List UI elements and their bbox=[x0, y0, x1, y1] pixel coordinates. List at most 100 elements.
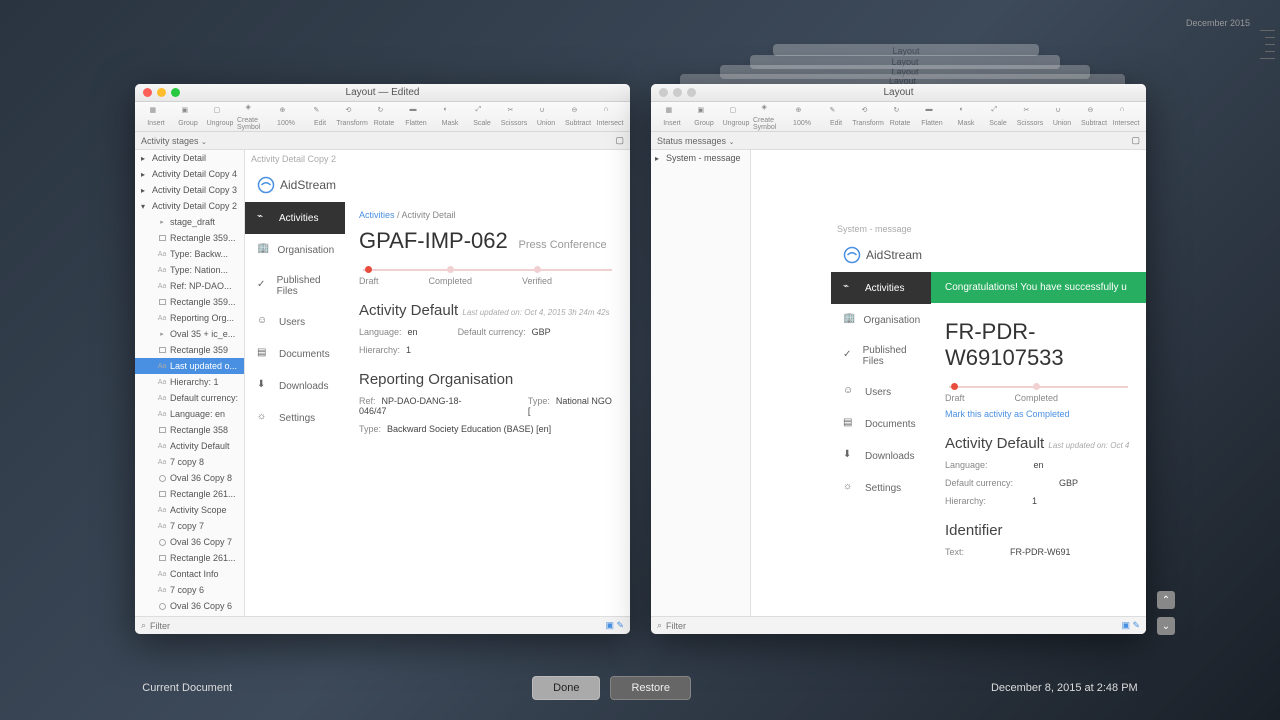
tool-flatten[interactable]: ▬Flatten bbox=[401, 106, 431, 127]
tool-insert[interactable]: ▦Insert bbox=[657, 106, 687, 127]
nav-documents[interactable]: ▤Documents bbox=[245, 338, 345, 370]
layer-item[interactable]: Rectangle 358 bbox=[135, 422, 244, 438]
timeline-month-label: December 2015 bbox=[1186, 18, 1250, 28]
layer-item[interactable]: Type: Nation... bbox=[135, 262, 244, 278]
layer-item[interactable]: Oval 36 Copy 7 bbox=[135, 534, 244, 550]
breadcrumb: Activities / Activity Detail bbox=[359, 210, 616, 220]
layer-item[interactable]: Contact Info bbox=[135, 566, 244, 582]
tool-mask[interactable]: ◐Mask bbox=[951, 106, 981, 127]
app-sidenav: ⌁Activities 🏢Organisation ✓Published Fil… bbox=[831, 272, 931, 565]
tool-scale[interactable]: ⤢Scale bbox=[983, 106, 1013, 127]
nav-downloads[interactable]: ⬇Downloads bbox=[831, 440, 931, 472]
tool-zoom[interactable]: ⊕100% bbox=[787, 106, 817, 127]
layer-item[interactable]: ▸Activity Detail Copy 3 bbox=[135, 182, 244, 198]
layer-item[interactable]: 7 copy 6 bbox=[135, 582, 244, 598]
nav-published[interactable]: ✓Published Files bbox=[831, 336, 931, 376]
tool-overflow[interactable]: ≫ bbox=[629, 110, 630, 123]
tool-subtract[interactable]: ⊖Subtract bbox=[563, 106, 593, 127]
layer-item[interactable]: Default currency: bbox=[135, 390, 244, 406]
layer-item[interactable]: Oval 36 Copy 8 bbox=[135, 470, 244, 486]
filter-actions[interactable]: ▣ ✎ bbox=[605, 620, 624, 631]
tool-ungroup[interactable]: ▢Ungroup bbox=[721, 106, 751, 127]
building-icon: 🏢 bbox=[257, 243, 269, 257]
layer-item[interactable]: 7 copy 7 bbox=[135, 518, 244, 534]
tool-group[interactable]: ▣Group bbox=[173, 106, 203, 127]
nav-users[interactable]: ☺Users bbox=[831, 376, 931, 408]
tool-transform[interactable]: ⟲Transform bbox=[337, 106, 367, 127]
layer-item[interactable]: stage_draft bbox=[135, 214, 244, 230]
nav-organisation[interactable]: 🏢Organisation bbox=[831, 304, 931, 336]
tool-group[interactable]: ▣Group bbox=[689, 106, 719, 127]
layer-item[interactable]: ▾Activity Detail Copy 2 bbox=[135, 198, 244, 214]
layer-item[interactable]: Reporting Org... bbox=[135, 310, 244, 326]
layer-item[interactable]: Ref: NP-DAO... bbox=[135, 278, 244, 294]
layer-item[interactable]: Last updated o... bbox=[135, 358, 244, 374]
tool-create-symbol[interactable]: ◈Create Symbol bbox=[237, 103, 267, 131]
done-button[interactable]: Done bbox=[532, 676, 600, 700]
layer-item[interactable]: Rectangle 359... bbox=[135, 294, 244, 310]
restore-button[interactable]: Restore bbox=[610, 676, 691, 700]
layer-item[interactable]: Hierarchy: 1 bbox=[135, 374, 244, 390]
tool-subtract[interactable]: ⊖Subtract bbox=[1079, 106, 1109, 127]
tool-insert[interactable]: ▦Insert bbox=[141, 106, 171, 127]
nav-settings[interactable]: ☼Settings bbox=[245, 402, 345, 434]
tool-scissors[interactable]: ✂Scissors bbox=[1015, 106, 1045, 127]
canvas[interactable]: Activity Detail Copy 2 AidStream ⌁Activi… bbox=[245, 150, 630, 616]
tool-create-symbol[interactable]: ◈Create Symbol bbox=[753, 103, 783, 131]
filter-input[interactable] bbox=[150, 621, 601, 631]
tool-rotate[interactable]: ↻Rotate bbox=[369, 106, 399, 127]
check-icon: ✓ bbox=[257, 279, 269, 293]
tool-scale[interactable]: ⤢Scale bbox=[467, 106, 497, 127]
layer-item[interactable]: Language: en bbox=[135, 406, 244, 422]
tool-flatten[interactable]: ▬Flatten bbox=[917, 106, 947, 127]
section-heading: Identifier bbox=[945, 522, 1132, 539]
filter-actions[interactable]: ▣ ✎ bbox=[1121, 620, 1140, 631]
layer-item[interactable]: Oval 36 Copy 6 bbox=[135, 598, 244, 614]
version-timeline[interactable]: December 2015 bbox=[1255, 15, 1275, 710]
version-prev-button[interactable]: ⌃ bbox=[1157, 591, 1175, 609]
nav-settings[interactable]: ☼Settings bbox=[831, 472, 931, 504]
layer-item[interactable]: Activity Default bbox=[135, 438, 244, 454]
tool-zoom[interactable]: ⊕100% bbox=[271, 106, 301, 127]
tool-edit[interactable]: ✎Edit bbox=[821, 106, 851, 127]
layers-panel[interactable]: ▸System - message bbox=[651, 150, 751, 616]
version-next-button[interactable]: ⌄ bbox=[1157, 617, 1175, 635]
filter-input[interactable] bbox=[666, 621, 1117, 631]
layer-item[interactable]: Rectangle 261... bbox=[135, 486, 244, 502]
nav-downloads[interactable]: ⬇Downloads bbox=[245, 370, 345, 402]
building-icon: 🏢 bbox=[843, 313, 855, 327]
layer-item[interactable]: ▸System - message bbox=[651, 150, 750, 166]
nav-activities[interactable]: ⌁Activities bbox=[831, 272, 931, 304]
tool-edit[interactable]: ✎Edit bbox=[305, 106, 335, 127]
traffic-lights[interactable] bbox=[135, 88, 180, 97]
layer-item[interactable]: ▸Activity Detail bbox=[135, 150, 244, 166]
tool-intersect[interactable]: ∩Intersect bbox=[595, 106, 625, 127]
nav-activities[interactable]: ⌁Activities bbox=[245, 202, 345, 234]
layer-item[interactable]: ▸Activity Detail Copy 4 bbox=[135, 166, 244, 182]
tool-union[interactable]: ∪Union bbox=[531, 106, 561, 127]
nav-organisation[interactable]: 🏢Organisation bbox=[245, 234, 345, 266]
tool-union[interactable]: ∪Union bbox=[1047, 106, 1077, 127]
layer-item[interactable]: Rectangle 359 bbox=[135, 342, 244, 358]
layer-item[interactable]: Type: Backw... bbox=[135, 246, 244, 262]
inspector-toggle-icon[interactable]: ▢ bbox=[615, 135, 624, 146]
nav-users[interactable]: ☺Users bbox=[245, 306, 345, 338]
canvas[interactable]: System - message AidStream ⌁Activities 🏢… bbox=[751, 150, 1146, 616]
tool-scissors[interactable]: ✂Scissors bbox=[499, 106, 529, 127]
layer-item[interactable]: Oval 35 + ic_e... bbox=[135, 326, 244, 342]
tool-rotate[interactable]: ↻Rotate bbox=[885, 106, 915, 127]
layers-panel[interactable]: ▸Activity Detail▸Activity Detail Copy 4▸… bbox=[135, 150, 245, 616]
layer-item[interactable]: 7 copy 8 bbox=[135, 454, 244, 470]
inspector-toggle-icon[interactable]: ▢ bbox=[1131, 135, 1140, 146]
nav-published[interactable]: ✓Published Files bbox=[245, 266, 345, 306]
tool-transform[interactable]: ⟲Transform bbox=[853, 106, 883, 127]
layer-item[interactable]: Rectangle 261... bbox=[135, 550, 244, 566]
tool-ungroup[interactable]: ▢Ungroup bbox=[205, 106, 235, 127]
tool-mask[interactable]: ◐Mask bbox=[435, 106, 465, 127]
inspector-bar: Status messages ⌄ ▢ bbox=[651, 132, 1146, 150]
tool-intersect[interactable]: ∩Intersect bbox=[1111, 106, 1141, 127]
layer-item[interactable]: Rectangle 359... bbox=[135, 230, 244, 246]
layer-item[interactable]: Activity Scope bbox=[135, 502, 244, 518]
mark-completed-link[interactable]: Mark this activity as Completed bbox=[945, 409, 1132, 419]
nav-documents[interactable]: ▤Documents bbox=[831, 408, 931, 440]
